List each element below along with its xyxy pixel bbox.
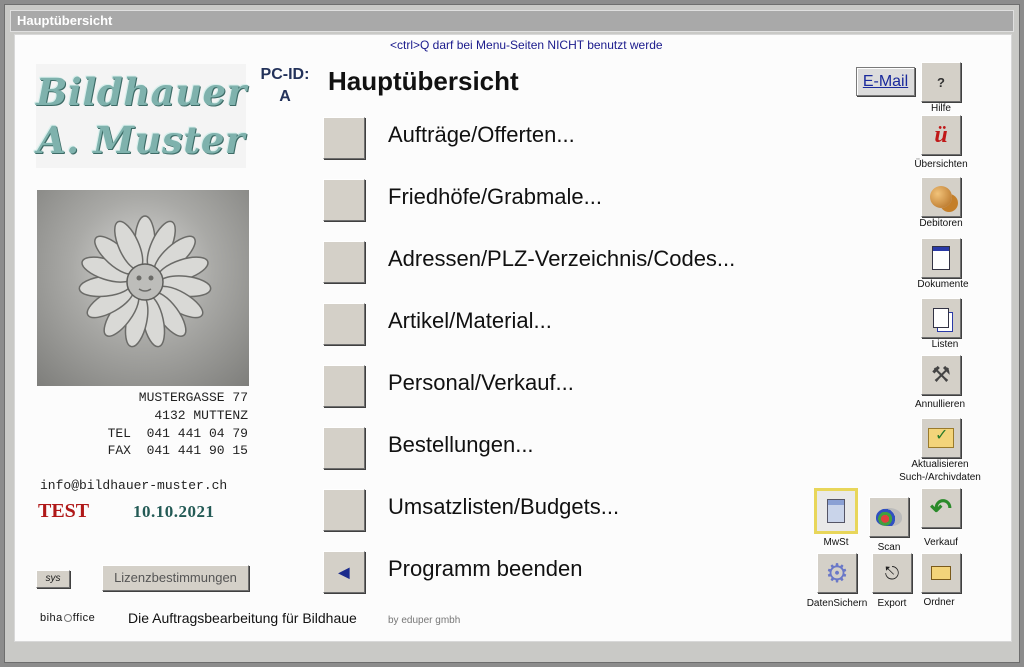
export-icon: ⎋: [884, 562, 900, 583]
logo-line-1: Bildhauer: [36, 70, 247, 114]
menu-button-friedhoefe[interactable]: [323, 179, 365, 221]
menu-label-umsatzlisten[interactable]: Umsatzlisten/Budgets...: [388, 494, 619, 520]
debtors-button[interactable]: [921, 177, 961, 217]
pc-id-value: A: [279, 88, 291, 105]
refresh-archive-button[interactable]: ✓: [921, 418, 961, 458]
scan-button[interactable]: [869, 497, 909, 537]
pc-id: PC-ID: A: [250, 64, 320, 108]
coins-icon: [930, 186, 952, 208]
company-logo: Bildhauer A. Muster: [36, 64, 246, 168]
gear-icon: ⚙: [825, 557, 849, 588]
address-street: MUSTERGASSE 77: [138, 390, 248, 405]
folder-label: Ordner: [923, 597, 955, 608]
menu-label-exit[interactable]: Programm beenden: [388, 556, 582, 582]
exit-button[interactable]: ◀: [323, 551, 365, 593]
logo-line-2: A. Muster: [37, 118, 245, 162]
brand-ring-icon: [63, 614, 72, 622]
license-button[interactable]: Lizenzbestimmungen: [102, 565, 249, 591]
page-title: Hauptübersicht: [328, 66, 519, 96]
address-city: 4132 MUTTENZ: [154, 408, 248, 423]
menu-label-bestellungen[interactable]: Bestellungen...: [388, 432, 534, 458]
calculator-icon: [827, 499, 845, 523]
backup-label: DatenSichern: [806, 598, 868, 609]
app-tagline: Die Auftragsbearbeitung für Bildhaue: [128, 610, 357, 626]
document-icon: [932, 246, 950, 270]
menu-label-friedhoefe[interactable]: Friedhöfe/Grabmale...: [388, 184, 602, 210]
brand-part-2: ffice: [72, 612, 96, 624]
window-title: Hauptübersicht: [10, 10, 1014, 32]
vendor-credit: by eduper gmbh: [388, 615, 461, 626]
menu-label-artikel[interactable]: Artikel/Material...: [388, 308, 552, 334]
menu-button-artikel[interactable]: [323, 303, 365, 345]
question-icon: ?: [937, 74, 945, 90]
address-tel: TEL 041 441 04 79: [107, 426, 248, 441]
brand-part-1: biha: [40, 612, 63, 624]
menu-label-adressen[interactable]: Adressen/PLZ-Verzeichnis/Codes...: [388, 246, 735, 272]
folder-icon: [931, 566, 951, 580]
scan-label: Scan: [877, 542, 901, 553]
green-arrow-icon: ↶: [930, 492, 952, 523]
refresh-archive-label-2: Such-/Archivdaten: [899, 472, 981, 483]
menu-button-adressen[interactable]: [323, 241, 365, 283]
scanner-icon: [876, 508, 902, 526]
current-date: 10.10.2021: [133, 502, 215, 521]
arrow-left-icon: ◀: [338, 564, 350, 580]
bihaoffice-brand: biha ffice: [40, 612, 95, 624]
cancel-label: Annullieren: [914, 399, 966, 410]
refresh-archive-label-1: Aktualisieren: [911, 459, 969, 470]
menu-button-personal[interactable]: [323, 365, 365, 407]
wrench-icon: ⚒: [931, 362, 951, 387]
export-label: Export: [877, 598, 907, 609]
documents-label: Dokumente: [917, 279, 969, 290]
ue-letter-icon: ü: [934, 121, 948, 148]
backup-button[interactable]: ⚙: [817, 553, 857, 593]
help-button[interactable]: ?: [921, 62, 961, 102]
lists-label: Listen: [931, 339, 959, 350]
pc-id-label: PC-ID:: [260, 66, 310, 83]
menu-label-personal[interactable]: Personal/Verkauf...: [388, 370, 574, 396]
folder-check-icon: ✓: [928, 427, 954, 448]
overviews-label: Übersichten: [914, 159, 968, 170]
help-label: Hilfe: [930, 103, 951, 114]
sys-button[interactable]: sys: [36, 570, 70, 588]
overviews-button[interactable]: ü: [921, 115, 961, 155]
export-button[interactable]: ⎋: [872, 553, 912, 593]
sales-label: Verkauf: [924, 537, 958, 548]
cancel-button[interactable]: ⚒: [921, 355, 961, 395]
folder-button[interactable]: [921, 553, 961, 593]
vat-label: MwSt: [823, 537, 849, 548]
vat-button[interactable]: [814, 488, 858, 534]
test-badge: TEST: [38, 500, 90, 522]
address-fax: FAX 041 441 90 15: [107, 443, 248, 458]
menu-button-umsatzlisten[interactable]: [323, 489, 365, 531]
debtors-label: Debitoren: [919, 218, 963, 229]
sales-button[interactable]: ↶: [921, 488, 961, 528]
lists-button[interactable]: [921, 298, 961, 338]
menu-label-auftraege[interactable]: Aufträge/Offerten...: [388, 122, 575, 148]
pages-icon: [933, 308, 949, 328]
company-email: info@bildhauer-muster.ch: [40, 478, 228, 493]
check-icon: ✓: [935, 427, 949, 444]
documents-button[interactable]: [921, 238, 961, 278]
vat-icon-wrap: [817, 491, 855, 531]
menu-button-auftraege[interactable]: [323, 117, 365, 159]
shortcut-warning: <ctrl>Q darf bei Menu-Seiten NICHT benut…: [390, 38, 663, 52]
rosette-photo: [37, 190, 249, 386]
menu-button-bestellungen[interactable]: [323, 427, 365, 469]
email-button[interactable]: E-Mail: [856, 67, 915, 96]
